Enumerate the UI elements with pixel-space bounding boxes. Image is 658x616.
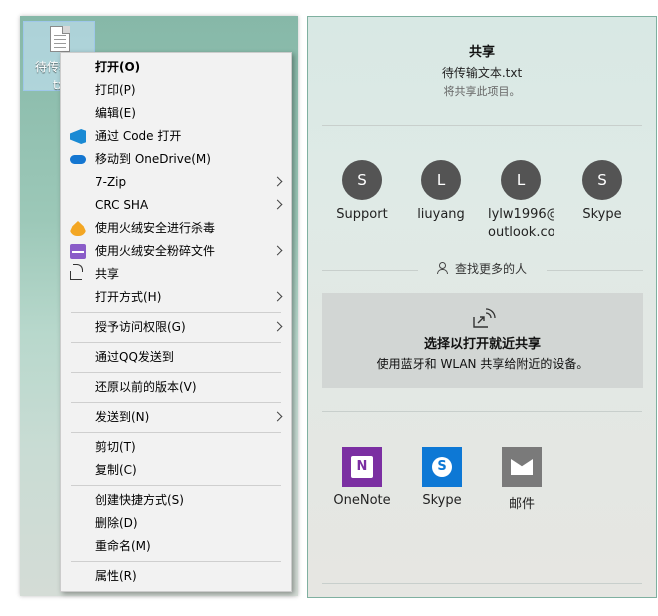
menu-item[interactable]: 通过QQ发送到 [61,346,291,369]
shared-file-name: 待传输文本.txt [441,66,523,80]
menu-item[interactable]: 使用火绒安全进行杀毒 [61,217,291,240]
shredder-icon [70,244,86,259]
nearby-share-icon [473,308,496,328]
menu-separator [71,372,281,373]
share-hint: 将共享此项目。 [443,85,521,98]
nearby-title: 选择以打开就近共享 [423,337,541,352]
mail-icon [502,447,542,487]
menu-item[interactable]: 重命名(M) [61,535,291,558]
contact-support[interactable]: S Support [322,160,402,224]
menu-item-label: 重命名(M) [95,539,151,553]
menu-item-label: 打开方式(H) [95,290,162,304]
avatar: L [421,160,461,200]
menu-item[interactable]: 属性(R) [61,565,291,588]
menu-item-label: 复制(C) [95,463,137,477]
nearby-sharing-button[interactable]: 选择以打开就近共享 使用蓝牙和 WLAN 共享给附近的设备。 [322,293,643,388]
menu-item[interactable]: 打印(P) [61,79,291,102]
contact-name: Skype [582,207,622,222]
app-mail[interactable]: 邮件 [482,447,562,512]
menu-separator [71,342,281,343]
menu-item-label: 还原以前的版本(V) [95,380,197,394]
menu-item[interactable]: 剪切(T) [61,436,291,459]
menu-separator [71,432,281,433]
menu-item-label: 剪切(T) [95,440,136,454]
menu-item[interactable]: 编辑(E) [61,102,291,125]
menu-item-label: 使用火绒安全粉碎文件 [95,244,216,258]
menu-item-label: 移动到 OneDrive(M) [95,152,211,166]
skype-icon: S [422,447,462,487]
app-label: OneNote [333,493,391,508]
menu-separator [71,485,281,486]
menu-item-label: 打开(O) [95,60,141,74]
nearby-description: 使用蓝牙和 WLAN 共享给附近的设备。 [376,357,589,371]
avatar: L [501,160,541,200]
menu-item[interactable]: 复制(C) [61,459,291,482]
onenote-icon: N [342,447,382,487]
menu-separator [71,402,281,403]
menu-item-label: 编辑(E) [95,106,136,120]
context-menu: 打开(O) 打印(P) 编辑(E) 通过 Code 打开移动到 OneDrive(M)… [60,52,292,592]
menu-item[interactable]: 打开(O) [61,56,291,79]
menu-item-label: 创建快捷方式(S) [95,493,184,507]
menu-item[interactable]: 还原以前的版本(V) [61,376,291,399]
avatar: S [582,160,622,200]
contact-skype[interactable]: S Skype [562,160,642,224]
menu-item-label: 授予访问权限(G) [95,320,186,334]
menu-item-label: 通过QQ发送到 [95,350,174,364]
people-search-icon [436,262,449,274]
app-label: 邮件 [508,497,535,512]
find-more-label: 查找更多的人 [454,262,527,276]
share-icon [70,264,83,280]
menu-item-label: 属性(R) [95,569,137,583]
app-label: Skype [422,493,462,508]
menu-separator [71,561,281,562]
chevron-right-icon [272,291,283,302]
divider [322,583,642,584]
menu-item[interactable]: CRC SHA [61,194,291,217]
avatar: S [342,160,382,200]
chevron-right-icon [272,199,283,210]
menu-item[interactable]: 7-Zip [61,171,291,194]
onedrive-icon [70,155,86,164]
divider [322,125,642,126]
menu-item[interactable]: 授予访问权限(G) [61,316,291,339]
menu-item[interactable]: 共享 [61,263,291,286]
menu-item-label: 使用火绒安全进行杀毒 [95,221,216,235]
vscode-icon [70,129,86,144]
share-title: 共享 [468,45,495,60]
menu-item-label: 共享 [95,267,120,281]
contact-name: lylw1996@ outlook.co [488,207,554,240]
divider [322,411,642,412]
app-skype[interactable]: S Skype [402,447,482,508]
menu-item[interactable]: 发送到(N) [61,406,291,429]
text-file-icon [50,26,70,52]
huorong-antivirus-icon [70,221,86,236]
contact-liuyang[interactable]: L liuyang [401,160,481,224]
menu-item[interactable]: 移动到 OneDrive(M) [61,148,291,171]
menu-item-label: CRC SHA [95,198,149,212]
app-onenote[interactable]: N OneNote [322,447,402,508]
menu-item-label: 发送到(N) [95,410,150,424]
contact-name: Support [336,207,388,222]
menu-item[interactable]: 通过 Code 打开 [61,125,291,148]
menu-item-label: 7-Zip [95,175,127,189]
contact-lylw1996[interactable]: L lylw1996@ outlook.co [481,160,561,242]
chevron-right-icon [272,411,283,422]
menu-item[interactable]: 使用火绒安全粉碎文件 [61,240,291,263]
menu-item[interactable]: 删除(D) [61,512,291,535]
menu-separator [71,312,281,313]
menu-item-label: 打印(P) [95,83,136,97]
contact-name: liuyang [417,207,465,222]
chevron-right-icon [272,321,283,332]
chevron-right-icon [272,176,283,187]
find-more-people-link[interactable]: 查找更多的人 [308,260,656,277]
share-panel: 共享 待传输文本.txt 将共享此项目。 S Support L liuyang… [307,16,657,598]
menu-item-label: 删除(D) [95,516,138,530]
chevron-right-icon [272,245,283,256]
menu-item[interactable]: 创建快捷方式(S) [61,489,291,512]
menu-item-label: 通过 Code 打开 [95,129,182,143]
menu-item[interactable]: 打开方式(H) [61,286,291,309]
